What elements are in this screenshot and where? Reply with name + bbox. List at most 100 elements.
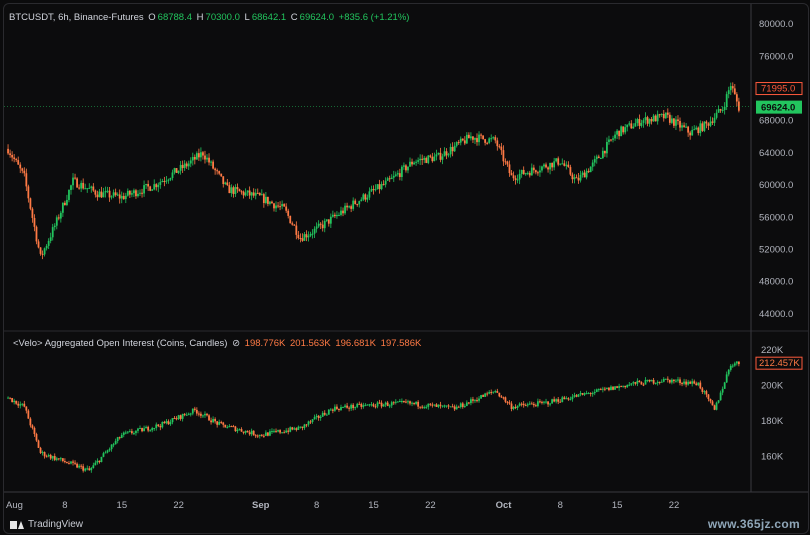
price-candle [717, 109, 720, 113]
oi-candle [291, 427, 294, 430]
oi-candle [70, 461, 72, 464]
oi-candle [173, 418, 176, 420]
oi-candle [17, 403, 20, 406]
price-candle [230, 187, 233, 194]
price-candle [374, 189, 377, 191]
oi-candle [72, 461, 74, 463]
price-candle [59, 212, 62, 219]
price-candle [234, 187, 237, 194]
price-candle [431, 156, 434, 162]
price-candle [703, 121, 706, 131]
symbol-label[interactable]: BTCUSDT, 6h, Binance-Futures [9, 12, 144, 23]
oi-candle [88, 468, 91, 471]
price-candle [441, 156, 444, 160]
oi-candle [571, 396, 574, 400]
price-candle [297, 234, 300, 239]
price-candle [405, 165, 407, 171]
oi-candle [197, 413, 200, 415]
price-candle [601, 150, 604, 159]
price-candle [545, 164, 547, 168]
oi-candle [214, 418, 217, 422]
price-candle [565, 164, 568, 166]
price-candle [569, 167, 572, 175]
oi-candle [679, 379, 681, 384]
time-tick-label: Aug [6, 500, 23, 511]
oi-candle [297, 426, 300, 430]
price-candle [656, 114, 659, 122]
oi-candle [380, 402, 383, 407]
oi-candle [74, 462, 76, 464]
oi-candle [155, 424, 158, 428]
price-candle [210, 161, 212, 163]
oi-candle [189, 413, 192, 415]
time-tick-label: 22 [173, 500, 184, 511]
oi-candle [269, 431, 271, 436]
oi-candle [236, 429, 239, 432]
oi-candle [305, 424, 308, 426]
price-candle [606, 141, 608, 154]
price-candle [494, 137, 497, 141]
oi-candle [433, 404, 436, 406]
time-tick-label: 8 [558, 500, 563, 511]
price-candle [549, 162, 551, 170]
price-candle [118, 194, 121, 199]
oi-candle [551, 399, 554, 404]
time-tick-label: Oct [496, 500, 513, 511]
oi-candle [368, 404, 371, 406]
price-candle [711, 121, 714, 123]
price-candle [435, 154, 438, 157]
high-price-tag-label: 71995.0 [761, 84, 795, 95]
price-candle [445, 151, 448, 156]
price-candle [43, 248, 46, 255]
price-candle [269, 201, 271, 204]
oi-candle [122, 432, 125, 435]
tradingview-brand: TradingView [28, 519, 84, 530]
tradingview-footer[interactable]: TradingView [10, 519, 83, 530]
price-candle [189, 160, 192, 164]
oi-candle [139, 427, 141, 429]
oi-candle [648, 379, 651, 382]
price-candle [212, 161, 214, 169]
price-candle [25, 173, 28, 187]
price-candle [577, 177, 580, 181]
oi-candle [147, 426, 150, 431]
price-candle [122, 195, 125, 200]
price-candle [80, 182, 83, 189]
oi-candle [262, 435, 265, 437]
price-candle [612, 138, 614, 140]
price-candle [419, 158, 422, 161]
oi-candle [13, 400, 16, 403]
oi-candle [301, 426, 304, 428]
eye-slash-icon[interactable]: ⊘ [232, 338, 240, 349]
oi-candle [250, 430, 253, 435]
oi-candle [80, 465, 83, 467]
price-candle [90, 186, 93, 188]
price-candle [484, 139, 487, 143]
price-candle [285, 206, 288, 211]
price-candle [394, 174, 397, 176]
price-candle [155, 184, 158, 188]
price-candle [721, 109, 724, 111]
price-candle [49, 237, 52, 241]
oi-candle [64, 461, 66, 463]
chart-canvas[interactable]: 80000.076000.072000.068000.064000.060000… [4, 4, 808, 533]
oi-candle [654, 383, 657, 385]
oi-candle [662, 378, 665, 382]
price-candle [437, 152, 440, 155]
oi-candle [230, 426, 233, 428]
oi-candle [628, 384, 631, 386]
price-candle [510, 173, 513, 176]
oi-candle [193, 408, 196, 410]
time-tick-label: 8 [314, 500, 319, 511]
price-candle [66, 199, 68, 206]
oi-candle [668, 379, 671, 383]
price-candle [175, 168, 178, 173]
price-candle [683, 125, 685, 127]
price-candle [329, 216, 332, 224]
price-candle [37, 241, 40, 248]
price-candle [173, 168, 176, 173]
price-candle [368, 191, 371, 198]
oi-candle [128, 431, 131, 433]
oi-title[interactable]: <Velo> Aggregated Open Interest (Coins, … [13, 338, 227, 349]
oi-candle [459, 403, 462, 408]
